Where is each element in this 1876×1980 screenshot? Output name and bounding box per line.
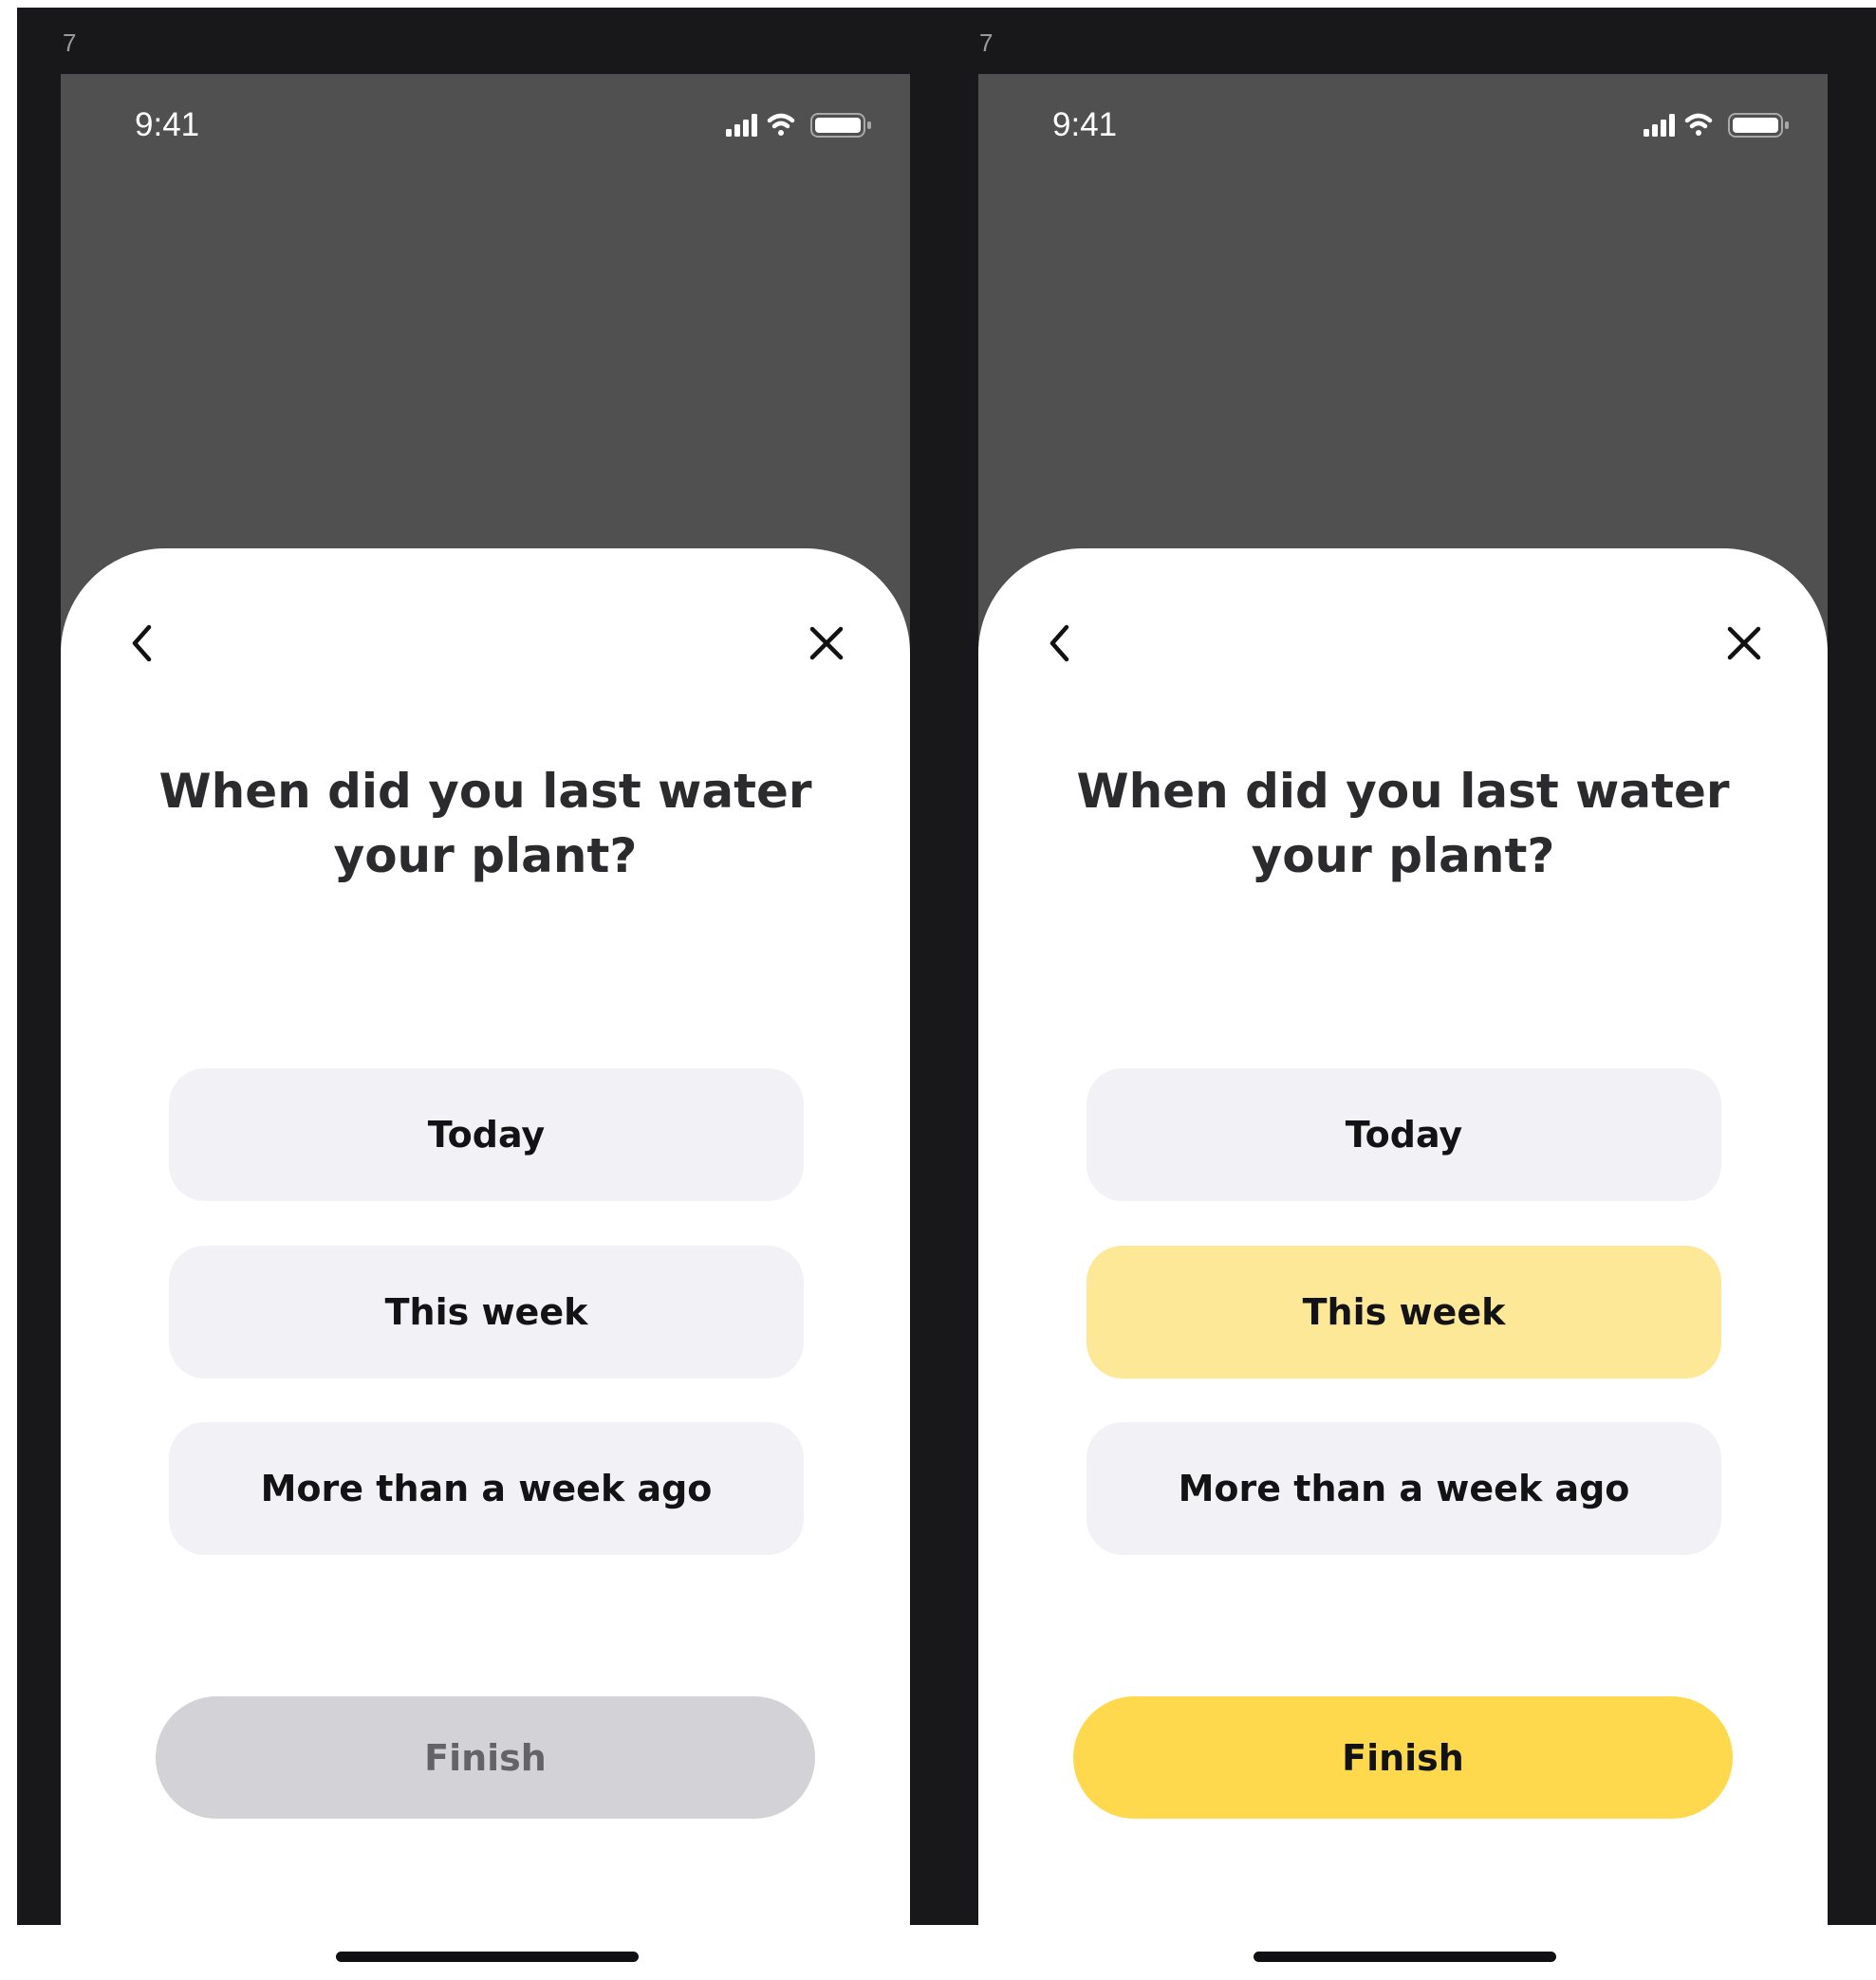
bottom-sheet: When did you last water your plant? Toda… (61, 548, 910, 1980)
option-label: This week (384, 1291, 588, 1333)
option-label: More than a week ago (1178, 1468, 1630, 1509)
question-title: When did you last water your plant? (158, 764, 812, 883)
option-more-than-a-week-ago[interactable]: More than a week ago (1087, 1422, 1721, 1555)
chevron-left-icon (1049, 624, 1069, 662)
design-canvas: 7 9:41 When did you last water your plan… (17, 8, 1876, 1980)
finish-button[interactable]: Finish (156, 1696, 815, 1819)
option-today[interactable]: Today (169, 1068, 804, 1201)
wifi-icon (767, 113, 795, 136)
option-label: This week (1302, 1291, 1506, 1333)
option-more-than-a-week-ago[interactable]: More than a week ago (169, 1422, 804, 1555)
option-this-week[interactable]: This week (1087, 1246, 1721, 1379)
phone-screen-selected: 9:41 When did you last water your plant?… (978, 74, 1828, 1980)
option-label: Today (1345, 1114, 1463, 1156)
back-button[interactable] (1031, 615, 1088, 672)
status-time: 9:41 (1052, 106, 1118, 143)
status-icons (1644, 113, 1789, 138)
option-label: Today (427, 1114, 546, 1156)
close-icon (809, 626, 844, 660)
option-label: More than a week ago (260, 1468, 713, 1509)
battery-icon (810, 113, 871, 138)
option-this-week[interactable]: This week (169, 1246, 804, 1379)
wifi-icon (1684, 113, 1713, 136)
back-button[interactable] (114, 615, 171, 672)
battery-icon (1728, 113, 1789, 138)
close-icon (1727, 626, 1761, 660)
status-time: 9:41 (135, 106, 200, 143)
frame-label: 7 (979, 28, 994, 57)
bottom-sheet: When did you last water your plant? Toda… (978, 548, 1828, 1980)
close-button[interactable] (1716, 615, 1773, 672)
status-icons (726, 113, 871, 138)
cellular-signal-icon (726, 114, 757, 137)
home-indicator (1254, 1952, 1556, 1962)
close-button[interactable] (798, 615, 855, 672)
finish-button[interactable]: Finish (1073, 1696, 1733, 1819)
phone-screen-unselected: 9:41 When did you last water your plant?… (61, 74, 910, 1980)
chevron-left-icon (132, 624, 152, 662)
question-title: When did you last water your plant? (1076, 764, 1730, 883)
frame-label: 7 (63, 28, 77, 57)
cellular-signal-icon (1644, 114, 1675, 137)
finish-label: Finish (424, 1736, 547, 1779)
home-indicator (336, 1952, 639, 1962)
finish-label: Finish (1342, 1736, 1464, 1779)
option-today[interactable]: Today (1087, 1068, 1721, 1201)
